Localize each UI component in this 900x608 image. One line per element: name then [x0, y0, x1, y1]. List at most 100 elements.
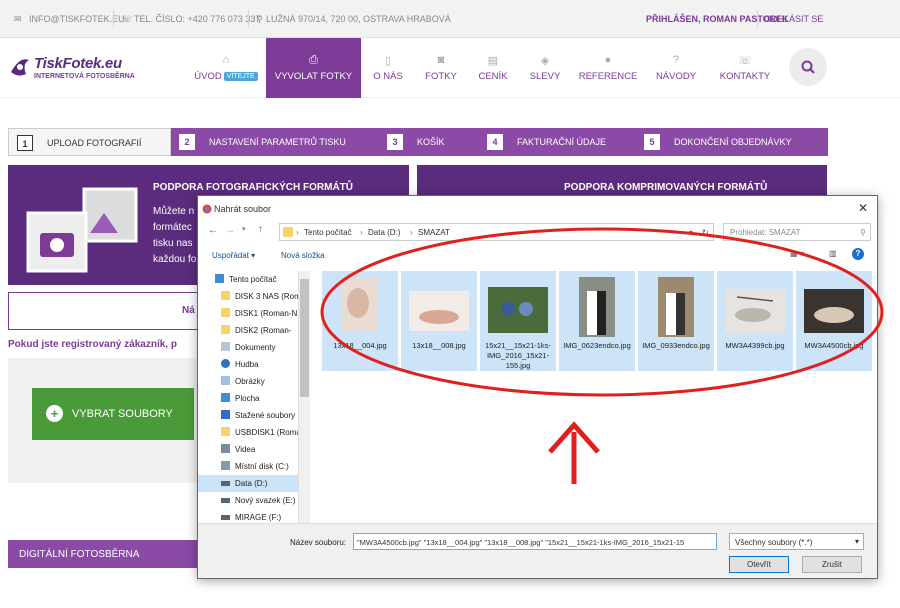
nav-o-nas[interactable]: ▯ O NÁS — [361, 38, 415, 98]
search-icon — [801, 60, 815, 74]
nav-label: KONTAKTY — [719, 71, 771, 82]
filename-label: Název souboru: — [290, 538, 347, 547]
path-segment[interactable]: SMAZAT — [418, 228, 450, 237]
phone-text: TEL. ČÍSLO: +420 776 073 337 — [134, 14, 261, 24]
nav-label: NÁVODY — [655, 71, 697, 82]
computer-icon — [215, 274, 224, 283]
photo-formats-text: Můžete n formátec tisku nas každou fo — [153, 206, 197, 265]
back-arrow-icon[interactable]: ← — [208, 225, 218, 236]
nav-label: SLEVY — [529, 71, 561, 82]
logo[interactable]: TiskFotek.eu INTERNETOVÁ FOTOSBĚRNA — [8, 53, 158, 83]
drive-icon — [221, 308, 230, 317]
tree-item-this-pc[interactable]: Tento počítač — [198, 271, 310, 288]
camera-icon: ◙ — [437, 54, 445, 66]
search-icon: ⚲ — [860, 228, 866, 237]
nav-reference[interactable]: ● REFERENCE — [571, 38, 645, 98]
up-arrow-icon[interactable]: ↑ — [258, 224, 263, 235]
outline-tab[interactable]: Ná — [8, 292, 206, 330]
search-button[interactable] — [789, 48, 827, 86]
file-item[interactable]: MW3A4399cb.jpg — [717, 271, 793, 371]
question-icon: ? — [672, 54, 680, 66]
file-name: IMG_0933endco.jpg — [642, 341, 710, 350]
nav-fotky[interactable]: ◙ FOTKY — [415, 38, 467, 98]
forward-arrow-icon[interactable]: → — [225, 225, 235, 236]
help-icon[interactable]: ? — [852, 248, 864, 260]
phone-icon: ☏ — [738, 55, 752, 67]
refresh-icon[interactable]: ↻ — [702, 228, 709, 237]
tree-item-data-d[interactable]: Data (D:) — [198, 475, 310, 492]
filetype-select[interactable]: Všechny soubory (*.*) ▾ — [729, 533, 864, 550]
pictures-icon — [221, 376, 230, 385]
step-finish[interactable]: 5 DOKONČENÍ OBJEDNÁVKY — [636, 128, 828, 156]
select-files-button[interactable]: + VYBRAT SOUBORY — [32, 388, 194, 440]
photo-thumbnail — [342, 277, 378, 331]
file-item[interactable]: 13x18__008.jpg — [401, 271, 477, 371]
order-steps: 1 UPLOAD FOTOGRAFIÍ 2 NASTAVENÍ PARAMETR… — [8, 128, 828, 156]
nav-kontakty[interactable]: ☏ KONTAKTY — [707, 38, 783, 98]
file-item[interactable]: 15x21__15x21-1ks-IMG_2016_15x21-155.jpg — [480, 271, 556, 371]
top-info-bar: ✉ INFO@TISKFOTEK.EU ☏ TEL. ČÍSLO: +420 7… — [0, 0, 900, 38]
tree-item-downloads[interactable]: Stažené soubory — [198, 407, 310, 424]
dialog-search-input[interactable]: Prohledat: SMAZAT ⚲ — [723, 223, 871, 241]
cancel-button[interactable]: Zrušit — [802, 556, 862, 573]
close-icon[interactable]: ✕ — [858, 201, 868, 215]
path-dropdown-icon[interactable]: ▾ — [689, 228, 693, 237]
comment-icon: ● — [604, 54, 612, 66]
filename-input[interactable]: "MW3A4500cb.jpg" "13x18__004.jpg" "13x18… — [353, 533, 717, 550]
nav-navody[interactable]: ? NÁVODY — [645, 38, 707, 98]
tree-item-pictures[interactable]: Obrázky — [198, 373, 310, 390]
step-label: DOKONČENÍ OBJEDNÁVKY — [674, 137, 792, 147]
tree-scrollbar[interactable] — [298, 271, 310, 523]
path-segment[interactable]: Tento počítač — [304, 228, 352, 237]
tree-item-disk2[interactable]: DISK2 (Roman- — [198, 322, 310, 339]
tree-item-mirage-f[interactable]: MIRAGE (F:) — [198, 509, 310, 523]
organize-button[interactable]: Uspořádat ▾ — [212, 251, 255, 260]
email-link[interactable]: INFO@TISKFOTEK.EU — [29, 14, 125, 24]
nav-cenik[interactable]: ▤ CENÍK — [467, 38, 519, 98]
nav-uvod[interactable]: ⌂ ÚVOD VÍTEJTE — [186, 38, 266, 98]
step-billing[interactable]: 4 FAKTURAČNÍ ÚDAJE — [479, 128, 636, 156]
tree-item-disk1[interactable]: DISK1 (Roman-N — [198, 305, 310, 322]
hard-disk-icon — [221, 515, 230, 520]
preview-pane-icon[interactable]: ▥ — [829, 249, 837, 258]
logo-camera-icon — [11, 59, 29, 76]
step-upload[interactable]: 1 UPLOAD FOTOGRAFIÍ — [8, 128, 171, 156]
step-label: NASTAVENÍ PARAMETRŮ TISKU — [209, 137, 346, 147]
logout-link[interactable]: ODHLÁSIT SE — [764, 14, 823, 24]
hard-disk-icon — [221, 481, 230, 486]
file-name: MW3A4399cb.jpg — [725, 341, 785, 350]
address-bar[interactable]: › Tento počítač › Data (D:) › SMAZAT ▾ ↻ — [279, 223, 714, 241]
history-dropdown-icon[interactable]: ▾ — [242, 225, 246, 233]
tree-item-documents[interactable]: Dokumenty — [198, 339, 310, 356]
step-cart[interactable]: 3 KOŠÍK — [379, 128, 479, 156]
tree-item-music[interactable]: Hudba — [198, 356, 310, 373]
tree-item-new-volume-e[interactable]: Nový svazek (E:) — [198, 492, 310, 509]
nav-slevy[interactable]: ◈ SLEVY — [519, 38, 571, 98]
view-options-icon[interactable]: ▦ ▾ — [790, 249, 804, 258]
scroll-thumb[interactable] — [300, 279, 309, 397]
file-item[interactable]: IMG_0933endco.jpg — [638, 271, 714, 371]
file-item[interactable]: 13x18__004.jpg — [322, 271, 398, 371]
step-print-params[interactable]: 2 NASTAVENÍ PARAMETRŮ TISKU — [171, 128, 379, 156]
tree-item-videos[interactable]: Videa — [198, 441, 310, 458]
open-button[interactable]: Otevřít — [729, 556, 789, 573]
nav-label: ÚVOD — [194, 71, 222, 82]
tree-item-desktop[interactable]: Plocha — [198, 390, 310, 407]
step-label: FAKTURAČNÍ ÚDAJE — [517, 137, 607, 147]
file-item[interactable]: MW3A4500cb.jpg — [796, 271, 872, 371]
step-number: 3 — [387, 134, 403, 150]
documents-icon — [221, 342, 230, 351]
registered-notice: Pokud jste registrovaný zákazník, p — [8, 339, 177, 350]
nav-vyvolat-fotky[interactable]: ⎙ VYVOLAT FOTKY — [266, 38, 361, 98]
video-icon — [221, 444, 230, 453]
path-segment[interactable]: Data (D:) — [368, 228, 400, 237]
print-icon: ⎙ — [309, 54, 318, 66]
tree-item-disk3-nas[interactable]: DISK 3 NAS (Rom — [198, 288, 310, 305]
tree-item-usbdisk1[interactable]: USBDISK1 (Roma — [198, 424, 310, 441]
new-folder-button[interactable]: Nová složka — [281, 251, 325, 260]
step-number: 4 — [487, 134, 503, 150]
table-icon: ▤ — [487, 55, 499, 67]
tree-item-local-disk-c[interactable]: Místní disk (C:) — [198, 458, 310, 475]
file-item[interactable]: IMG_0623endco.jpg — [559, 271, 635, 371]
filename-value: "MW3A4500cb.jpg" "13x18__004.jpg" "13x18… — [357, 538, 685, 547]
